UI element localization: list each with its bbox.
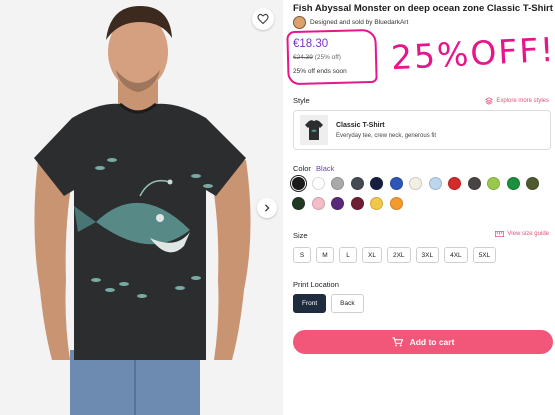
style-option-classic[interactable]: Classic T-Shirt Everyday tee, crew neck,… [293,110,551,150]
print-location-back[interactable]: Back [331,294,364,313]
size-option-s[interactable]: S [293,247,311,263]
color-swatch-light-blue[interactable] [428,177,442,190]
print-location-options: Front Back [293,294,364,313]
color-swatch-olive[interactable] [526,177,539,190]
color-swatch-navy[interactable] [370,177,383,190]
color-swatch-orange[interactable] [389,197,403,210]
color-swatch-white[interactable] [311,177,325,190]
style-description: Everyday tee, crew neck, generous fit [336,132,437,139]
product-title: Fish Abyssal Monster on deep ocean zone … [293,3,553,14]
discount-percent: (25% off) [314,54,341,61]
color-swatch-cream[interactable] [409,177,422,190]
old-price-line: €24.39 (25% off) [293,54,341,61]
product-details: Fish Abyssal Monster on deep ocean zone … [283,0,555,415]
color-swatch-light-grey[interactable] [331,177,344,190]
sale-ends-text: 25% off ends soon [293,68,347,75]
selected-color: Black [316,164,335,173]
tshirt-icon [305,120,323,140]
product-photo [0,0,283,415]
add-to-cart-button[interactable]: Add to cart [293,330,553,354]
current-price: €18.30 [293,38,329,50]
chevron-right-icon [264,204,270,212]
next-image-button[interactable] [257,198,277,218]
color-label-row: Color Black [293,164,334,173]
color-swatch-yellow[interactable] [370,197,383,210]
size-option-5xl[interactable]: 5XL [472,247,497,263]
style-thumbnail [300,115,328,145]
size-option-2xl[interactable]: 2XL [386,247,411,263]
old-price: €24.39 [293,54,313,61]
color-swatch-royal-blue[interactable] [389,177,403,190]
color-swatch-kelly-green[interactable] [506,177,520,190]
size-option-3xl[interactable]: 3XL [415,247,440,263]
style-name: Classic T-Shirt [336,121,385,129]
color-swatch-black[interactable] [292,177,305,190]
color-swatch-maroon[interactable] [350,197,364,210]
favorite-button[interactable] [252,8,274,30]
size-option-xl[interactable]: XL [362,247,382,263]
explore-styles-label: Explore more styles [496,98,549,104]
size-guide-label: View size guide [507,231,549,237]
explore-styles-link[interactable]: Explore more styles [485,97,549,105]
color-swatch-forest-green[interactable] [292,197,305,210]
color-swatch-pink[interactable] [311,197,325,210]
size-guide-link[interactable]: View size guide [495,231,549,237]
avatar[interactable] [293,16,306,29]
size-option-4xl[interactable]: 4XL [444,247,468,263]
color-swatch-red[interactable] [448,177,461,190]
ruler-icon [495,231,505,237]
size-options: S M L XL 2XL 3XL 4XL 5XL [293,247,497,263]
layers-icon [485,97,494,105]
product-image-panel [0,0,283,415]
print-location-front[interactable]: Front [293,294,327,313]
cart-icon [392,337,403,347]
color-swatch-lime[interactable] [487,177,500,190]
color-swatch-dark-grey[interactable] [350,177,364,190]
add-to-cart-label: Add to cart [409,337,455,347]
color-swatch-purple[interactable] [331,197,344,210]
size-option-l[interactable]: L [339,247,357,263]
size-label: Size [293,231,308,240]
style-label: Style [293,96,310,105]
heart-icon [257,13,269,25]
color-swatch-charcoal[interactable] [467,177,481,190]
promo-annotation: 25%OFF! [390,29,555,78]
print-location-label: Print Location [293,280,339,289]
seller-line: Designed and sold by BluedarkArt [293,16,408,29]
color-label: Color [293,164,311,173]
seller-text[interactable]: Designed and sold by BluedarkArt [310,19,408,26]
size-option-m[interactable]: M [316,247,334,263]
